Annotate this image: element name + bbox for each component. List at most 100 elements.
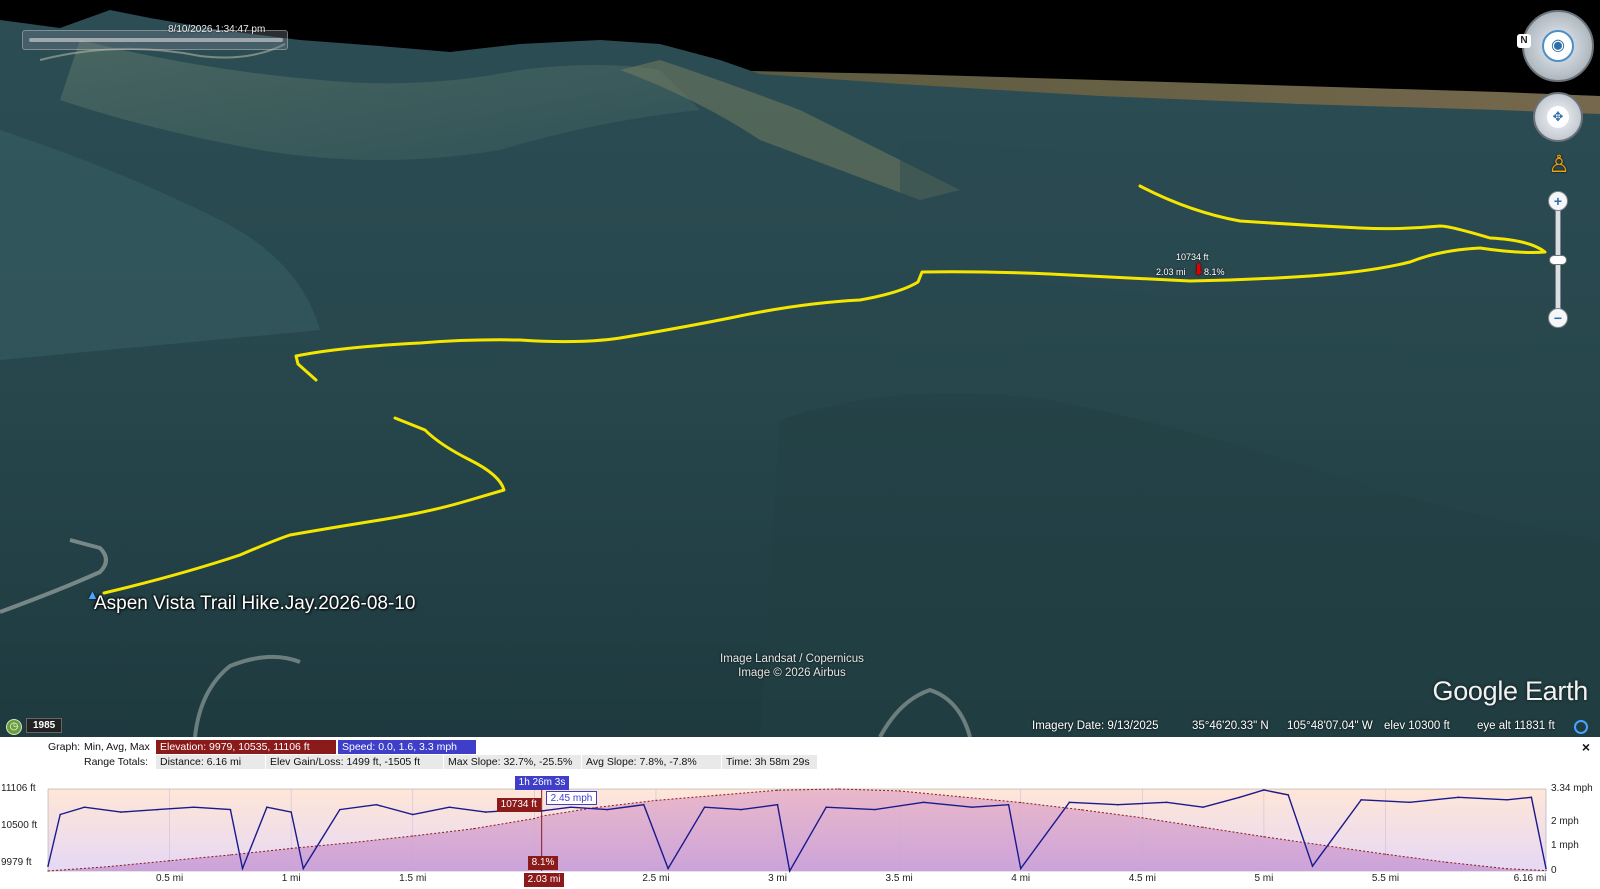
speed-point	[1545, 867, 1547, 870]
cursor-time-tag: 1h 26m 3s	[514, 776, 570, 790]
elevation-profile-chart[interactable]	[0, 760, 1600, 889]
speed-stats-toggle[interactable]: Speed: 0.0, 1.6, 3.3 mph	[338, 740, 476, 754]
latitude: 35°46'20.33" N	[1192, 720, 1269, 732]
close-profile-button[interactable]: ×	[1582, 739, 1590, 755]
elevation-point	[229, 854, 231, 856]
speed-point	[1530, 796, 1533, 799]
x-tick-label: 5.5 mi	[1371, 873, 1400, 884]
elevation-point	[1080, 809, 1083, 811]
elevation-point	[1506, 868, 1508, 870]
elevation-point	[290, 847, 292, 849]
longitude: 105°48'07.04" W	[1287, 720, 1373, 732]
x-tick-label: 4 mi	[1011, 873, 1031, 884]
elevation-point	[1545, 869, 1547, 872]
elevation-point	[1384, 853, 1387, 855]
speed-point	[1506, 799, 1508, 801]
graph-label: Graph:	[48, 741, 81, 753]
graph-values-label: Min, Avg, Max	[84, 741, 150, 753]
zoom-slider-thumb[interactable]	[1549, 255, 1567, 265]
elevation-point	[168, 860, 171, 862]
speed-point	[47, 865, 49, 867]
elevation-point	[412, 835, 414, 837]
attribution-line: Image Landsat / Copernicus	[720, 653, 864, 665]
speed-point	[484, 811, 487, 813]
elevation-point	[1324, 844, 1326, 847]
time-slider-track[interactable]	[29, 38, 283, 42]
elevation-point	[1202, 826, 1204, 828]
hand-icon[interactable]: ✥	[1547, 106, 1569, 128]
x-tick-label: 3 mi	[768, 873, 787, 884]
x-tick-label: 5 mi	[1254, 873, 1274, 884]
speed-point	[193, 806, 195, 808]
zoom-in-button[interactable]: +	[1548, 191, 1568, 211]
attribution-line: Image © 2026 Airbus	[738, 667, 846, 679]
elevation-point	[108, 865, 110, 868]
y-right-tick-label: 3.34 mph	[1551, 783, 1593, 794]
elevation-point	[655, 799, 657, 801]
speed-point	[922, 801, 925, 804]
look-control[interactable]: ◉	[1522, 10, 1594, 82]
speed-point	[59, 813, 61, 816]
y-left-tick-label: 11106 ft	[1, 783, 36, 794]
elevation-point	[837, 788, 839, 790]
elevation-point	[1445, 861, 1447, 863]
speed-point	[1007, 803, 1010, 806]
speed-point	[825, 806, 827, 808]
cursor-marker-icon: ⬇	[1192, 262, 1206, 279]
north-up-button[interactable]: N	[1517, 34, 1531, 48]
speed-point	[788, 870, 791, 872]
zoom-out-button[interactable]: −	[1548, 308, 1568, 328]
speed-point	[1287, 794, 1290, 796]
speed-point	[740, 808, 742, 811]
time-slider-timestamp: 8/10/2026 1:34:47 pm	[168, 24, 266, 35]
elevation-point	[716, 794, 718, 796]
speed-point	[703, 806, 706, 808]
speed-point	[241, 867, 244, 870]
speed-point	[448, 806, 451, 808]
speed-point	[667, 867, 669, 870]
elevation-point	[351, 841, 353, 844]
elevation-point	[594, 807, 596, 809]
elevation-point	[47, 870, 49, 872]
speed-point	[606, 808, 609, 811]
earth-viewport[interactable]: 8/10/2026 1:34:47 pm ▲ Aspen Vista Trail…	[0, 0, 1600, 737]
speed-point	[1360, 799, 1362, 801]
cursor-elevation: 10734 ft	[1176, 252, 1209, 262]
speed-point	[302, 867, 305, 870]
status-bar: Imagery Date: 9/13/2025 35°46'20.33" N 1…	[0, 715, 1600, 737]
y-right-tick-label: 1 mph	[1551, 840, 1579, 852]
speed-point	[1165, 801, 1168, 804]
speed-point	[411, 813, 414, 816]
x-tick-label: 3.5 mi	[885, 873, 913, 884]
x-tick-label: 0.5 mi	[155, 873, 184, 884]
speed-point	[266, 806, 268, 808]
speed-point	[570, 806, 572, 808]
speed-point	[229, 808, 232, 811]
speed-point	[1457, 796, 1460, 799]
x-tick-label: 6.16 mi	[1513, 873, 1547, 884]
speed-point	[83, 806, 86, 808]
move-control[interactable]: ✥	[1533, 92, 1583, 142]
elevation-stats-toggle[interactable]: Elevation: 9979, 10535, 11106 ft	[156, 740, 336, 754]
y-left-tick-label: 9979 ft	[1, 857, 32, 868]
elevation-point	[959, 796, 961, 798]
terrain-imagery[interactable]	[0, 0, 1600, 737]
elevation-point	[898, 790, 900, 792]
google-earth-logo: Google Earth	[1432, 676, 1589, 706]
elevation-point	[472, 828, 475, 830]
cursor-slope-tag: 8.1%	[527, 856, 559, 870]
cursor-elevation-tag: 10734 ft	[496, 798, 541, 812]
street-view-pegman-icon[interactable]: ♙	[1548, 150, 1570, 186]
speed-point	[1263, 789, 1265, 791]
eye-altitude: eye alt 11831 ft	[1477, 720, 1555, 732]
ground-elevation: elev 10300 ft	[1384, 720, 1450, 732]
speed-point	[971, 806, 973, 808]
placemark-label[interactable]: Aspen Vista Trail Hike.Jay.2026-08-10	[94, 593, 415, 615]
elevation-point	[541, 815, 543, 817]
speed-point	[1019, 867, 1022, 870]
speed-point	[1202, 806, 1204, 808]
y-right-tick-label: 0	[1551, 865, 1557, 876]
speed-point	[1409, 801, 1411, 804]
eye-icon[interactable]: ◉	[1542, 30, 1574, 62]
speed-point	[1311, 865, 1314, 867]
